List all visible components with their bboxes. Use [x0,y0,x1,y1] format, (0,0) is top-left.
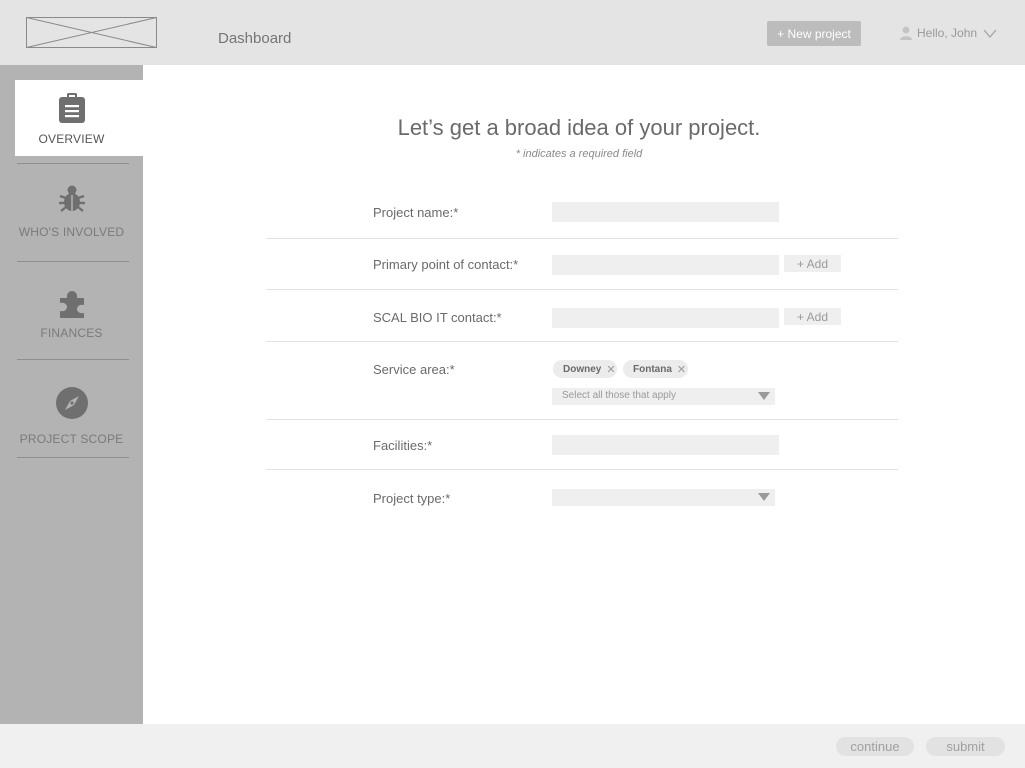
dropdown-arrow-icon [758,493,770,501]
sidebar-divider [17,163,129,164]
bug-icon [15,184,128,214]
sidebar-item-overview[interactable]: OVERVIEW [15,80,143,156]
project-name-input[interactable] [552,202,779,222]
chip-label: Downey [563,363,602,375]
submit-button[interactable]: submit [926,737,1005,756]
row-divider [266,341,898,342]
add-primary-contact-button[interactable]: + Add [784,255,841,272]
puzzle-icon [15,289,128,319]
it-contact-label: SCAL BIO IT contact:* [373,310,502,325]
facilities-label: Facilities:* [373,438,433,453]
logo-placeholder[interactable] [26,17,157,48]
sidebar-item-label: PROJECT SCOPE [19,432,124,446]
clipboard-icon [15,93,128,123]
required-field-note: * indicates a required field [515,148,643,160]
sidebar-divider [17,261,129,262]
project-type-label: Project type:* [373,491,451,506]
remove-chip-icon[interactable]: ✕ [606,363,615,376]
sidebar-item-label: WHO'S INVOLVED [18,225,125,239]
primary-contact-label: Primary point of contact:* [373,257,519,272]
user-icon [900,26,912,40]
sidebar-divider [17,359,129,360]
sidebar-item-finances[interactable]: FINANCES [15,285,143,350]
service-area-select[interactable]: Select all those that apply [552,388,775,405]
page-title: Let’s get a broad idea of your project. [397,115,761,140]
sidebar-item-whos-involved[interactable]: WHO'S INVOLVED [15,180,143,250]
dropdown-arrow-icon [758,392,770,400]
sidebar-item-label: OVERVIEW [38,132,105,146]
new-project-button[interactable]: + New project [767,21,861,46]
service-area-chip: Fontana ✕ [623,360,688,378]
project-type-select[interactable] [552,489,775,506]
sidebar-divider [17,457,129,458]
compass-icon [15,386,128,420]
top-bar: Dashboard + New project Hello, John [0,0,1025,65]
chip-label: Fontana [633,363,672,375]
remove-chip-icon[interactable]: ✕ [677,363,686,376]
sidebar-item-label: FINANCES [40,326,103,340]
select-placeholder: Select all those that apply [562,390,676,401]
it-contact-input[interactable] [552,308,779,328]
row-divider [266,289,898,290]
project-name-label: Project name:* [373,205,459,220]
row-divider [266,469,898,470]
user-greeting: Hello, John [917,26,978,40]
service-area-label: Service area:* [373,362,455,377]
continue-button[interactable]: continue [836,737,914,756]
primary-contact-input[interactable] [552,255,779,275]
page-header-title: Dashboard [218,30,292,47]
service-area-chip: Downey ✕ [553,360,617,378]
chevron-down-icon [983,29,997,38]
row-divider [266,419,898,420]
add-it-contact-button[interactable]: + Add [784,308,841,325]
sidebar-item-project-scope[interactable]: PROJECT SCOPE [15,383,143,451]
user-menu[interactable]: Hello, John [899,24,997,42]
row-divider [266,238,898,239]
facilities-input[interactable] [552,435,779,455]
